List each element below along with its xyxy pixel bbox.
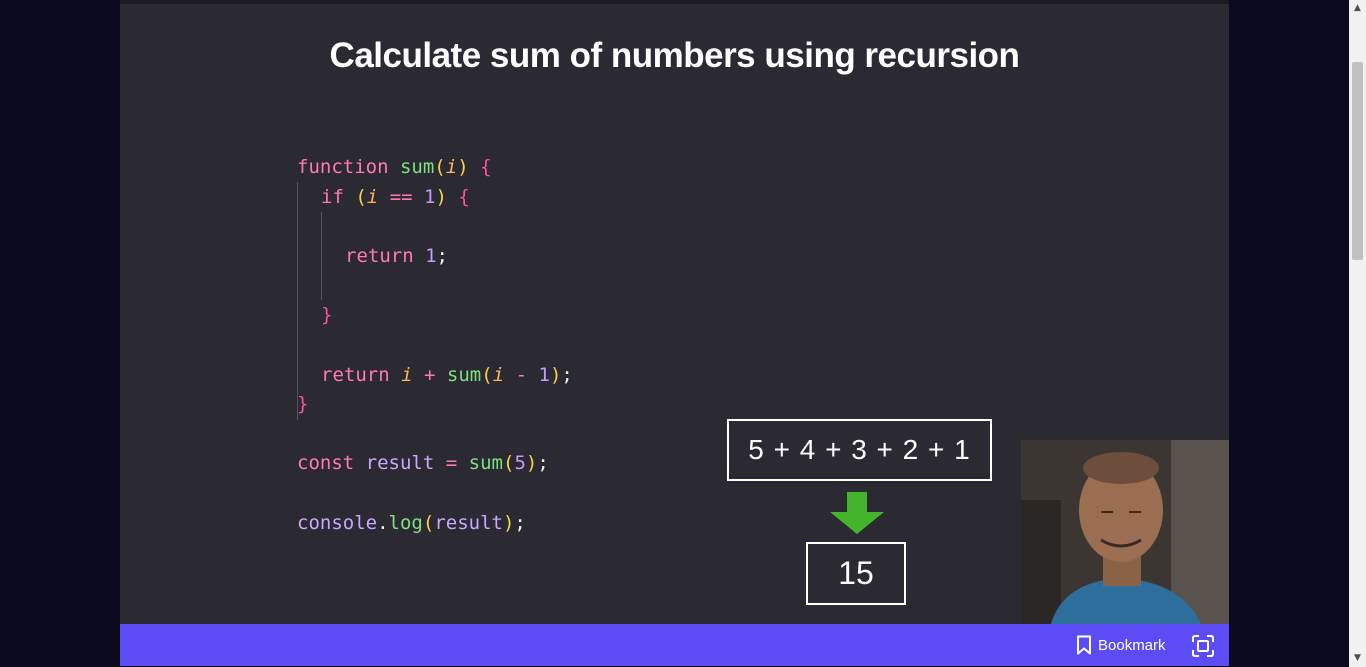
bookmark-button[interactable]: Bookmark (1076, 624, 1166, 666)
code-line: return 1; (345, 245, 448, 267)
fullscreen-icon[interactable] (1192, 635, 1214, 657)
video-controls-bar: Bookmark (120, 624, 1229, 666)
result-box: 15 (806, 542, 906, 605)
scroll-up-arrow-icon[interactable]: ▲ (1349, 0, 1366, 17)
bookmark-icon (1076, 635, 1092, 655)
indent-guide (321, 212, 322, 300)
down-arrow-icon (830, 492, 884, 539)
page-scrollbar[interactable]: ▲ ▼ (1349, 0, 1366, 667)
video-player[interactable]: Calculate sum of numbers using recursion… (120, 0, 1229, 624)
code-line: } (297, 393, 309, 415)
right-margin (1229, 0, 1349, 667)
expression-box: 5 + 4 + 3 + 2 + 1 (727, 419, 992, 481)
code-line: } (321, 304, 333, 326)
scroll-down-arrow-icon[interactable]: ▼ (1349, 650, 1366, 667)
bookmark-label: Bookmark (1098, 636, 1166, 654)
left-margin (0, 0, 120, 667)
video-top-edge (120, 0, 1229, 4)
slide-title: Calculate sum of numbers using recursion (329, 36, 1020, 75)
code-line: console.log(result); (297, 512, 526, 534)
presenter-video-icon (1021, 440, 1229, 624)
code-line: function sum(i) { (297, 156, 492, 178)
scroll-thumb[interactable] (1352, 62, 1363, 260)
code-line: const result = sum(5); (297, 452, 549, 474)
indent-guide (297, 182, 298, 420)
code-line: if (i == 1) { (321, 186, 470, 208)
code-line: return i + sum(i - 1); (321, 364, 573, 386)
